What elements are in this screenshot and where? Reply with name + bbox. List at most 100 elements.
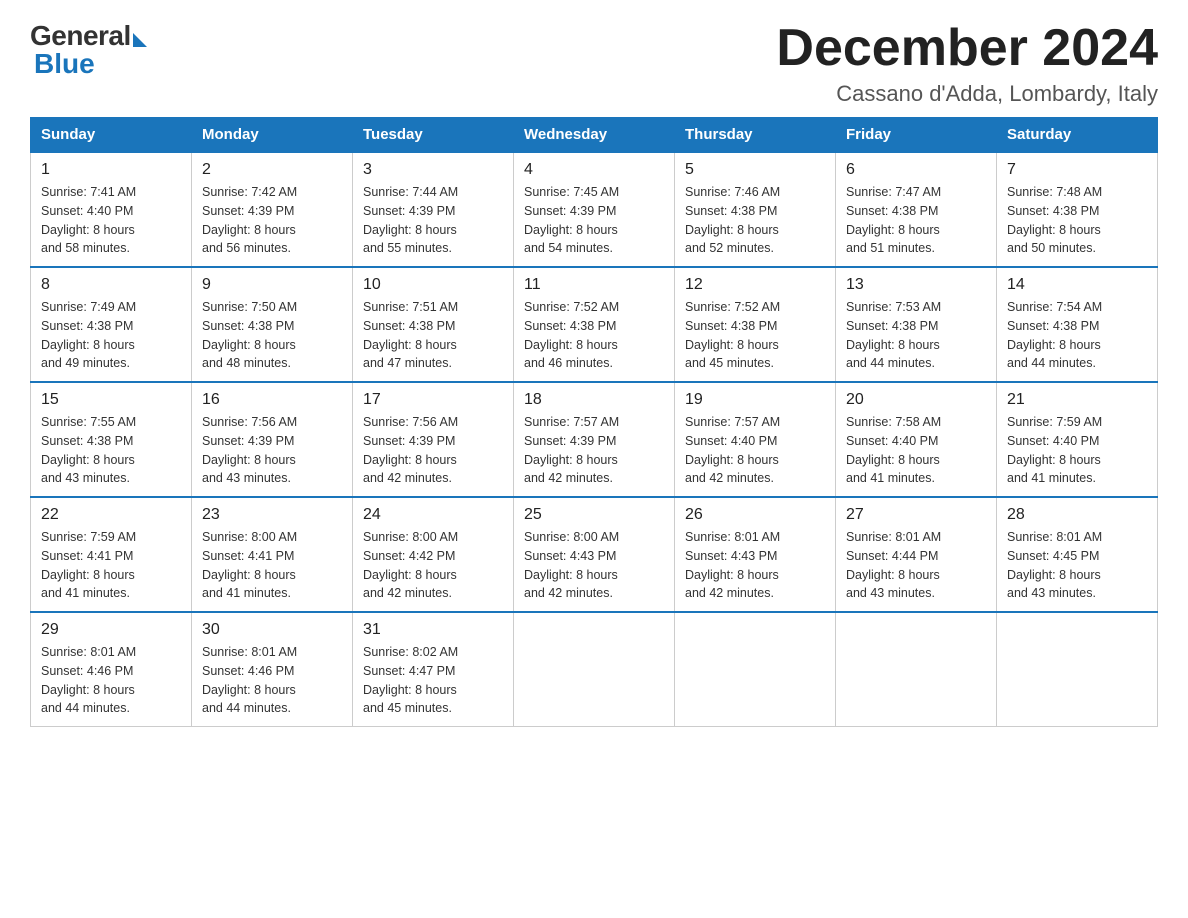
table-row: 23 Sunrise: 8:00 AM Sunset: 4:41 PM Dayl…	[192, 497, 353, 612]
col-thursday: Thursday	[675, 118, 836, 153]
day-info: Sunrise: 7:51 AM Sunset: 4:38 PM Dayligh…	[363, 298, 503, 373]
day-number: 21	[1007, 391, 1147, 409]
table-row	[514, 612, 675, 727]
table-row: 2 Sunrise: 7:42 AM Sunset: 4:39 PM Dayli…	[192, 152, 353, 267]
day-info: Sunrise: 7:52 AM Sunset: 4:38 PM Dayligh…	[685, 298, 825, 373]
calendar-week-row: 8 Sunrise: 7:49 AM Sunset: 4:38 PM Dayli…	[31, 267, 1158, 382]
table-row: 20 Sunrise: 7:58 AM Sunset: 4:40 PM Dayl…	[836, 382, 997, 497]
calendar-table: Sunday Monday Tuesday Wednesday Thursday…	[30, 117, 1158, 727]
day-info: Sunrise: 7:57 AM Sunset: 4:40 PM Dayligh…	[685, 413, 825, 488]
calendar-week-row: 22 Sunrise: 7:59 AM Sunset: 4:41 PM Dayl…	[31, 497, 1158, 612]
day-info: Sunrise: 7:41 AM Sunset: 4:40 PM Dayligh…	[41, 183, 181, 258]
table-row: 30 Sunrise: 8:01 AM Sunset: 4:46 PM Dayl…	[192, 612, 353, 727]
table-row: 19 Sunrise: 7:57 AM Sunset: 4:40 PM Dayl…	[675, 382, 836, 497]
calendar-week-row: 15 Sunrise: 7:55 AM Sunset: 4:38 PM Dayl…	[31, 382, 1158, 497]
day-number: 19	[685, 391, 825, 409]
day-info: Sunrise: 7:59 AM Sunset: 4:41 PM Dayligh…	[41, 528, 181, 603]
table-row: 25 Sunrise: 8:00 AM Sunset: 4:43 PM Dayl…	[514, 497, 675, 612]
table-row: 10 Sunrise: 7:51 AM Sunset: 4:38 PM Dayl…	[353, 267, 514, 382]
day-info: Sunrise: 8:00 AM Sunset: 4:43 PM Dayligh…	[524, 528, 664, 603]
logo: General Blue	[30, 20, 147, 80]
col-tuesday: Tuesday	[353, 118, 514, 153]
logo-arrow-icon	[133, 33, 147, 47]
day-number: 8	[41, 276, 181, 294]
day-number: 22	[41, 506, 181, 524]
title-block: December 2024 Cassano d'Adda, Lombardy, …	[776, 20, 1158, 107]
table-row: 3 Sunrise: 7:44 AM Sunset: 4:39 PM Dayli…	[353, 152, 514, 267]
table-row: 22 Sunrise: 7:59 AM Sunset: 4:41 PM Dayl…	[31, 497, 192, 612]
day-number: 14	[1007, 276, 1147, 294]
table-row: 14 Sunrise: 7:54 AM Sunset: 4:38 PM Dayl…	[997, 267, 1158, 382]
calendar-header-row: Sunday Monday Tuesday Wednesday Thursday…	[31, 118, 1158, 153]
day-info: Sunrise: 7:45 AM Sunset: 4:39 PM Dayligh…	[524, 183, 664, 258]
month-title: December 2024	[776, 20, 1158, 77]
day-info: Sunrise: 7:58 AM Sunset: 4:40 PM Dayligh…	[846, 413, 986, 488]
day-info: Sunrise: 7:57 AM Sunset: 4:39 PM Dayligh…	[524, 413, 664, 488]
table-row: 16 Sunrise: 7:56 AM Sunset: 4:39 PM Dayl…	[192, 382, 353, 497]
day-number: 10	[363, 276, 503, 294]
day-number: 12	[685, 276, 825, 294]
day-number: 30	[202, 621, 342, 639]
table-row: 29 Sunrise: 8:01 AM Sunset: 4:46 PM Dayl…	[31, 612, 192, 727]
location-subtitle: Cassano d'Adda, Lombardy, Italy	[776, 81, 1158, 107]
day-info: Sunrise: 8:02 AM Sunset: 4:47 PM Dayligh…	[363, 643, 503, 718]
col-wednesday: Wednesday	[514, 118, 675, 153]
day-number: 20	[846, 391, 986, 409]
day-number: 4	[524, 161, 664, 179]
day-info: Sunrise: 8:01 AM Sunset: 4:43 PM Dayligh…	[685, 528, 825, 603]
day-number: 25	[524, 506, 664, 524]
table-row: 4 Sunrise: 7:45 AM Sunset: 4:39 PM Dayli…	[514, 152, 675, 267]
table-row: 21 Sunrise: 7:59 AM Sunset: 4:40 PM Dayl…	[997, 382, 1158, 497]
table-row	[997, 612, 1158, 727]
table-row: 15 Sunrise: 7:55 AM Sunset: 4:38 PM Dayl…	[31, 382, 192, 497]
table-row: 27 Sunrise: 8:01 AM Sunset: 4:44 PM Dayl…	[836, 497, 997, 612]
table-row: 6 Sunrise: 7:47 AM Sunset: 4:38 PM Dayli…	[836, 152, 997, 267]
day-info: Sunrise: 7:52 AM Sunset: 4:38 PM Dayligh…	[524, 298, 664, 373]
day-number: 15	[41, 391, 181, 409]
day-info: Sunrise: 7:56 AM Sunset: 4:39 PM Dayligh…	[363, 413, 503, 488]
table-row: 7 Sunrise: 7:48 AM Sunset: 4:38 PM Dayli…	[997, 152, 1158, 267]
table-row: 26 Sunrise: 8:01 AM Sunset: 4:43 PM Dayl…	[675, 497, 836, 612]
table-row: 8 Sunrise: 7:49 AM Sunset: 4:38 PM Dayli…	[31, 267, 192, 382]
day-info: Sunrise: 7:47 AM Sunset: 4:38 PM Dayligh…	[846, 183, 986, 258]
page-header: General Blue December 2024 Cassano d'Add…	[30, 20, 1158, 107]
day-number: 9	[202, 276, 342, 294]
day-number: 3	[363, 161, 503, 179]
table-row: 31 Sunrise: 8:02 AM Sunset: 4:47 PM Dayl…	[353, 612, 514, 727]
day-info: Sunrise: 8:01 AM Sunset: 4:45 PM Dayligh…	[1007, 528, 1147, 603]
day-number: 31	[363, 621, 503, 639]
table-row: 17 Sunrise: 7:56 AM Sunset: 4:39 PM Dayl…	[353, 382, 514, 497]
day-number: 26	[685, 506, 825, 524]
day-info: Sunrise: 7:54 AM Sunset: 4:38 PM Dayligh…	[1007, 298, 1147, 373]
day-number: 18	[524, 391, 664, 409]
day-info: Sunrise: 7:59 AM Sunset: 4:40 PM Dayligh…	[1007, 413, 1147, 488]
col-monday: Monday	[192, 118, 353, 153]
day-number: 7	[1007, 161, 1147, 179]
day-info: Sunrise: 7:55 AM Sunset: 4:38 PM Dayligh…	[41, 413, 181, 488]
day-number: 16	[202, 391, 342, 409]
col-sunday: Sunday	[31, 118, 192, 153]
day-info: Sunrise: 7:42 AM Sunset: 4:39 PM Dayligh…	[202, 183, 342, 258]
day-number: 23	[202, 506, 342, 524]
table-row: 11 Sunrise: 7:52 AM Sunset: 4:38 PM Dayl…	[514, 267, 675, 382]
calendar-week-row: 29 Sunrise: 8:01 AM Sunset: 4:46 PM Dayl…	[31, 612, 1158, 727]
day-number: 24	[363, 506, 503, 524]
table-row: 13 Sunrise: 7:53 AM Sunset: 4:38 PM Dayl…	[836, 267, 997, 382]
day-info: Sunrise: 7:46 AM Sunset: 4:38 PM Dayligh…	[685, 183, 825, 258]
day-info: Sunrise: 8:00 AM Sunset: 4:41 PM Dayligh…	[202, 528, 342, 603]
table-row: 5 Sunrise: 7:46 AM Sunset: 4:38 PM Dayli…	[675, 152, 836, 267]
day-number: 27	[846, 506, 986, 524]
table-row: 28 Sunrise: 8:01 AM Sunset: 4:45 PM Dayl…	[997, 497, 1158, 612]
table-row: 12 Sunrise: 7:52 AM Sunset: 4:38 PM Dayl…	[675, 267, 836, 382]
day-number: 2	[202, 161, 342, 179]
day-info: Sunrise: 8:00 AM Sunset: 4:42 PM Dayligh…	[363, 528, 503, 603]
table-row: 9 Sunrise: 7:50 AM Sunset: 4:38 PM Dayli…	[192, 267, 353, 382]
day-number: 13	[846, 276, 986, 294]
day-info: Sunrise: 8:01 AM Sunset: 4:46 PM Dayligh…	[202, 643, 342, 718]
day-info: Sunrise: 7:49 AM Sunset: 4:38 PM Dayligh…	[41, 298, 181, 373]
day-info: Sunrise: 7:48 AM Sunset: 4:38 PM Dayligh…	[1007, 183, 1147, 258]
table-row: 18 Sunrise: 7:57 AM Sunset: 4:39 PM Dayl…	[514, 382, 675, 497]
day-number: 29	[41, 621, 181, 639]
day-number: 11	[524, 276, 664, 294]
col-saturday: Saturday	[997, 118, 1158, 153]
